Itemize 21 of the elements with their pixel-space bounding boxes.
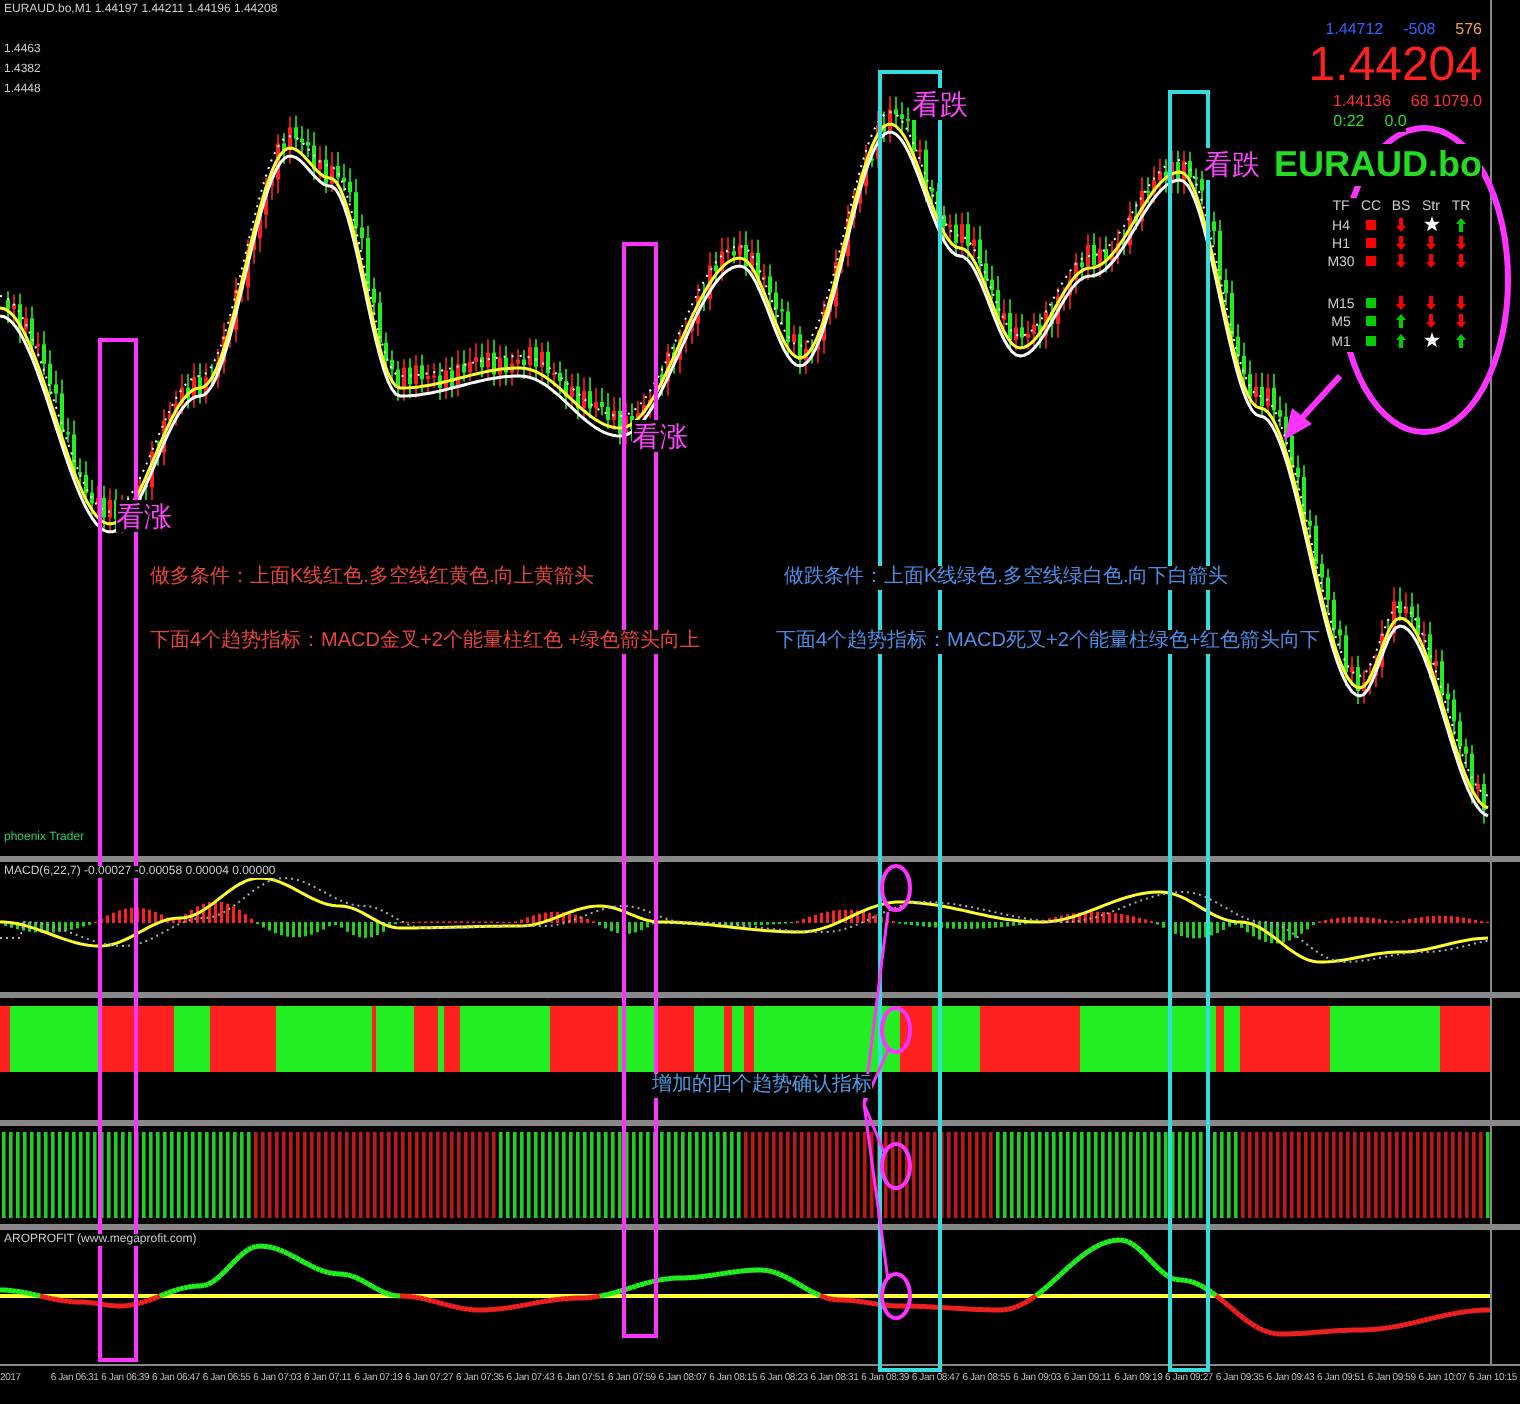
quote-value: 576: [1455, 20, 1482, 40]
condition-note: 下面4个趋势指标：MACD死叉+2个能量柱绿色+红色箭头向下: [776, 630, 1321, 653]
timer-value: 0:22: [1333, 112, 1365, 132]
quote-value: 1.44712: [1325, 20, 1384, 40]
callout-circle: [880, 864, 912, 912]
indicator-note: 增加的四个趋势确认指标: [652, 1074, 872, 1097]
quote-value: -508: [1403, 20, 1436, 40]
callout-circle: [880, 1272, 912, 1320]
pointer-arrow: [1284, 374, 1343, 440]
condition-note: 做跌条件：上面K线绿色.多空线绿白色.向下白箭头: [784, 566, 1229, 589]
signal-label: 看跌: [1204, 148, 1260, 181]
signal-label: 看涨: [116, 500, 172, 533]
condition-note: 做多条件：上面K线红色.多空线红黄色.向上黄箭头: [150, 566, 595, 589]
quote-value: 1.44136: [1332, 92, 1391, 112]
condition-note: 下面4个趋势指标：MACD金叉+2个能量柱红色 +绿色箭头向上: [150, 630, 701, 653]
callout-circle: [880, 1006, 912, 1054]
quote-value: 68 1079.0: [1410, 92, 1482, 112]
signal-label: 看涨: [632, 420, 688, 453]
callout-circle: [880, 1142, 912, 1190]
signal-label: 看跌: [912, 88, 968, 121]
timer-value: 0.0: [1384, 112, 1407, 132]
